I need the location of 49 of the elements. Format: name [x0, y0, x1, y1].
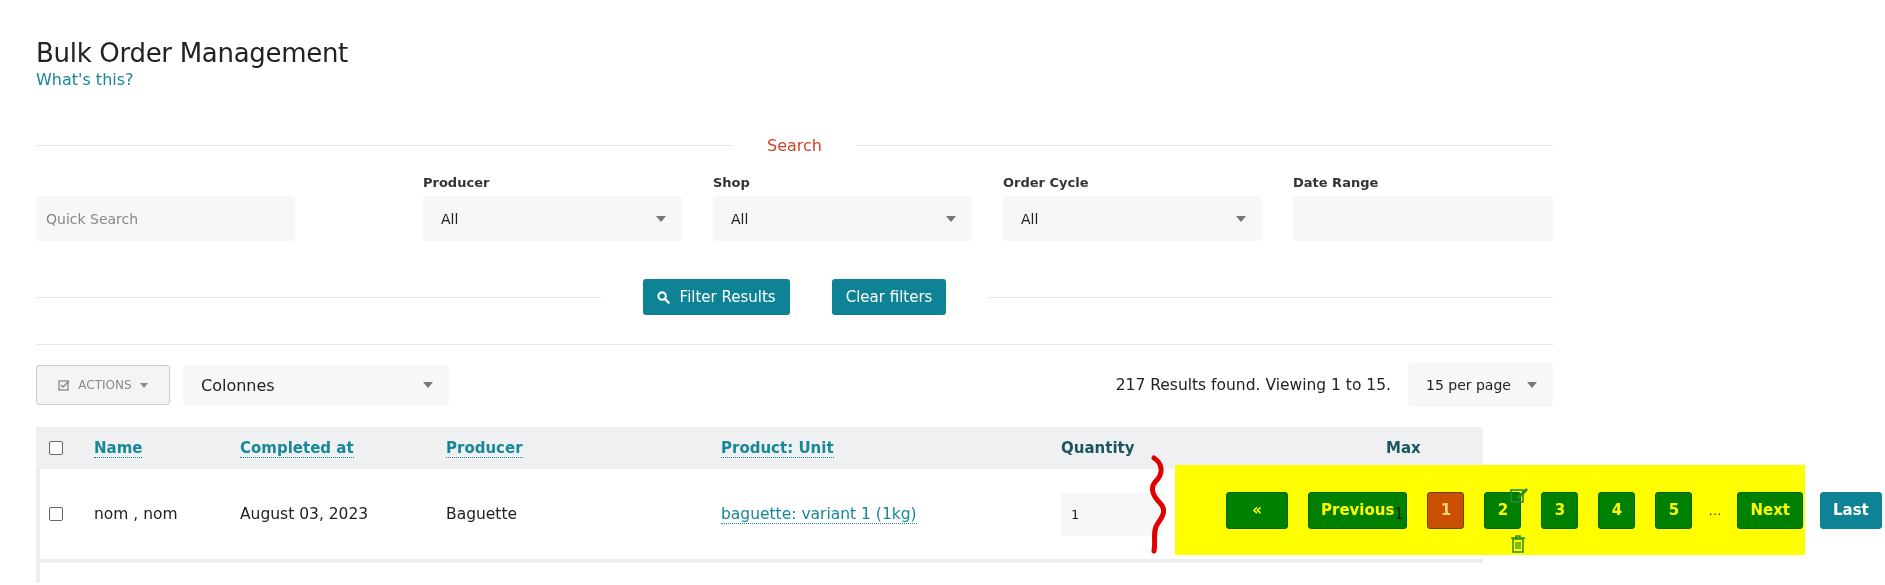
results-count: 217 Results found. Viewing 1 to 15. [1115, 376, 1391, 394]
trash-icon[interactable] [1510, 535, 1526, 553]
per-page-dropdown[interactable]: 15 per page [1408, 363, 1553, 407]
filter-label: Date Range [1293, 175, 1380, 190]
table-cell: Baguette [446, 505, 518, 523]
sort-link[interactable]: Producer [446, 439, 523, 458]
clear-button[interactable]: Clear filters [831, 279, 947, 315]
page-button[interactable]: 4 [1598, 491, 1636, 529]
search-icon [656, 290, 670, 304]
checkbox-icon [58, 379, 71, 391]
select-all-checkbox[interactable] [49, 441, 63, 455]
table-cell: 1 [1394, 505, 1404, 523]
quick-search-field[interactable]: Quick Search [36, 196, 295, 241]
table-cell: nom , nom [94, 505, 178, 523]
filter-dropdown[interactable]: All [713, 196, 972, 241]
page-button[interactable]: Next [1737, 491, 1803, 529]
column-header: Quantity [1061, 439, 1135, 457]
page-button[interactable]: « [1226, 491, 1288, 529]
caret-icon [946, 215, 956, 222]
filter-dropdown[interactable]: All [1003, 196, 1262, 241]
section-heading: Search [766, 136, 823, 155]
sort-link[interactable]: Name [94, 439, 143, 458]
caret-icon [139, 382, 148, 388]
page-button[interactable]: Last [1820, 491, 1882, 529]
page-button[interactable]: 2 [1484, 491, 1522, 529]
filter-label: Producer [423, 175, 491, 190]
sort-link[interactable]: Product: Unit [721, 439, 834, 458]
pagination-ellipsis: … [1708, 502, 1722, 518]
caret-icon [423, 382, 433, 388]
columns-dropdown[interactable]: Colonnes [183, 365, 449, 405]
caret-icon [1236, 215, 1246, 222]
actions-button[interactable]: ACTIONS [36, 365, 170, 405]
table-cell: August 03, 2023 [240, 505, 369, 523]
filter-label: Order Cycle [1003, 175, 1090, 190]
column-header: Max [1386, 439, 1421, 457]
row-checkbox[interactable] [49, 507, 63, 521]
product-link[interactable]: baguette: variant 1 (1kg) [721, 505, 917, 524]
filter-dropdown[interactable]: All [423, 196, 682, 241]
page-button[interactable]: 5 [1655, 491, 1693, 529]
filter-button[interactable]: Filter Results [642, 279, 790, 315]
help-link[interactable]: What's this? [36, 70, 134, 89]
page-button[interactable]: 3 [1541, 491, 1579, 529]
caret-icon [656, 215, 666, 222]
quantity-field[interactable]: 1 [1061, 492, 1161, 536]
page-title: Bulk Order Management [36, 37, 349, 70]
caret-icon [1527, 382, 1537, 388]
filter-label: Shop [713, 175, 751, 190]
sort-link[interactable]: Completed at [240, 439, 354, 458]
page-button[interactable]: 1 [1427, 491, 1465, 529]
